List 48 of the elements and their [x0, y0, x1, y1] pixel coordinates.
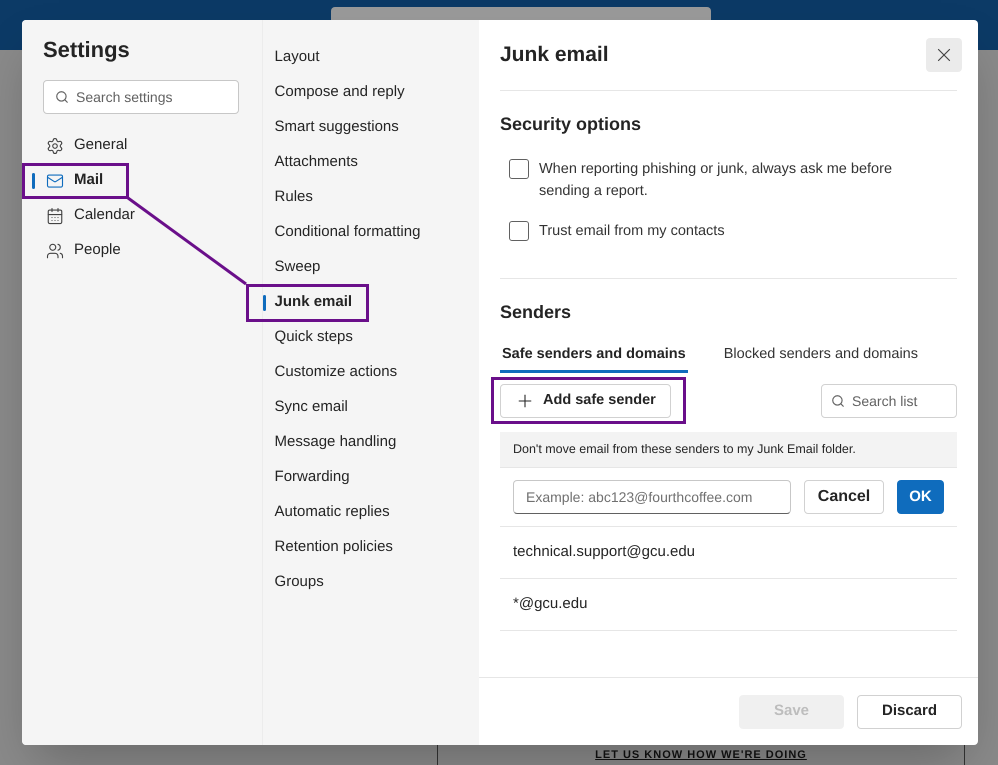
subcategory-item[interactable]: Sync email [262, 390, 479, 425]
search-list-field[interactable]: Search list [821, 384, 957, 418]
section-heading: Security options [500, 113, 642, 136]
subcategory-item[interactable]: Conditional formatting [262, 215, 479, 250]
subcategory-item[interactable]: Message handling [262, 425, 479, 460]
calendar-icon [46, 206, 64, 224]
category-item[interactable]: General [22, 128, 239, 163]
search-field[interactable]: Search settings [43, 80, 239, 114]
subcategory-item[interactable]: Groups [262, 565, 479, 600]
subcategory-item[interactable]: Attachments [262, 145, 479, 180]
subcategory-item[interactable]: Customize actions [262, 355, 479, 390]
cancel-button[interactable]: Cancel [804, 480, 884, 514]
checkbox-label: When reporting phishing or junk, always ask me before sending a report. [539, 160, 894, 201]
discard-button[interactable]: Discard [857, 694, 962, 728]
sender-input-field[interactable]: Example: abc123@fourthcoffee.com [513, 480, 791, 514]
add-safe-sender-button[interactable]: Add safe sender [500, 384, 671, 418]
ok-button[interactable]: OK [897, 480, 944, 514]
gear-icon [46, 136, 64, 154]
subcategory-item[interactable]: Junk email [262, 285, 479, 320]
people-icon [46, 242, 64, 260]
search-icon [55, 90, 69, 104]
checkbox[interactable] [509, 159, 529, 179]
subcategory-item[interactable]: Quick steps [262, 320, 479, 355]
subcategory-item[interactable]: Automatic replies [262, 495, 479, 530]
envelope-icon [46, 172, 64, 190]
settings-title: Settings [43, 36, 131, 64]
subcategory-item[interactable]: Compose and reply [262, 75, 479, 110]
category-item[interactable]: People [22, 233, 239, 268]
sender-entry: technical.support@gcu.edu [513, 542, 696, 562]
subcategory-item[interactable]: Layout [262, 40, 479, 75]
tab[interactable]: Blocked senders and domains [722, 344, 920, 373]
subcategory-item[interactable]: Sweep [262, 250, 479, 285]
section-heading: Senders [500, 301, 572, 324]
category-item[interactable]: Mail [22, 163, 239, 198]
sender-entry: *@gcu.edu [513, 594, 588, 614]
subcategory-item[interactable]: Smart suggestions [262, 110, 479, 145]
subcategory-item[interactable]: Forwarding [262, 460, 479, 495]
subcategory-item[interactable]: Retention policies [262, 530, 479, 565]
checkbox[interactable] [509, 221, 529, 241]
info-bar: Don't move email from these senders to my Junk Email folder. [500, 432, 957, 467]
feedback-link[interactable]: LET US KNOW HOW WE'RE DOING [595, 746, 807, 764]
subcategory-item[interactable]: Rules [262, 180, 479, 215]
checkbox-label: Trust email from my contacts [539, 222, 726, 241]
tab[interactable]: Safe senders and domains [500, 344, 688, 373]
panel-title: Junk email [500, 42, 609, 68]
close-button[interactable] [926, 38, 962, 72]
search-icon [831, 394, 845, 408]
category-item[interactable]: Calendar [22, 198, 239, 233]
